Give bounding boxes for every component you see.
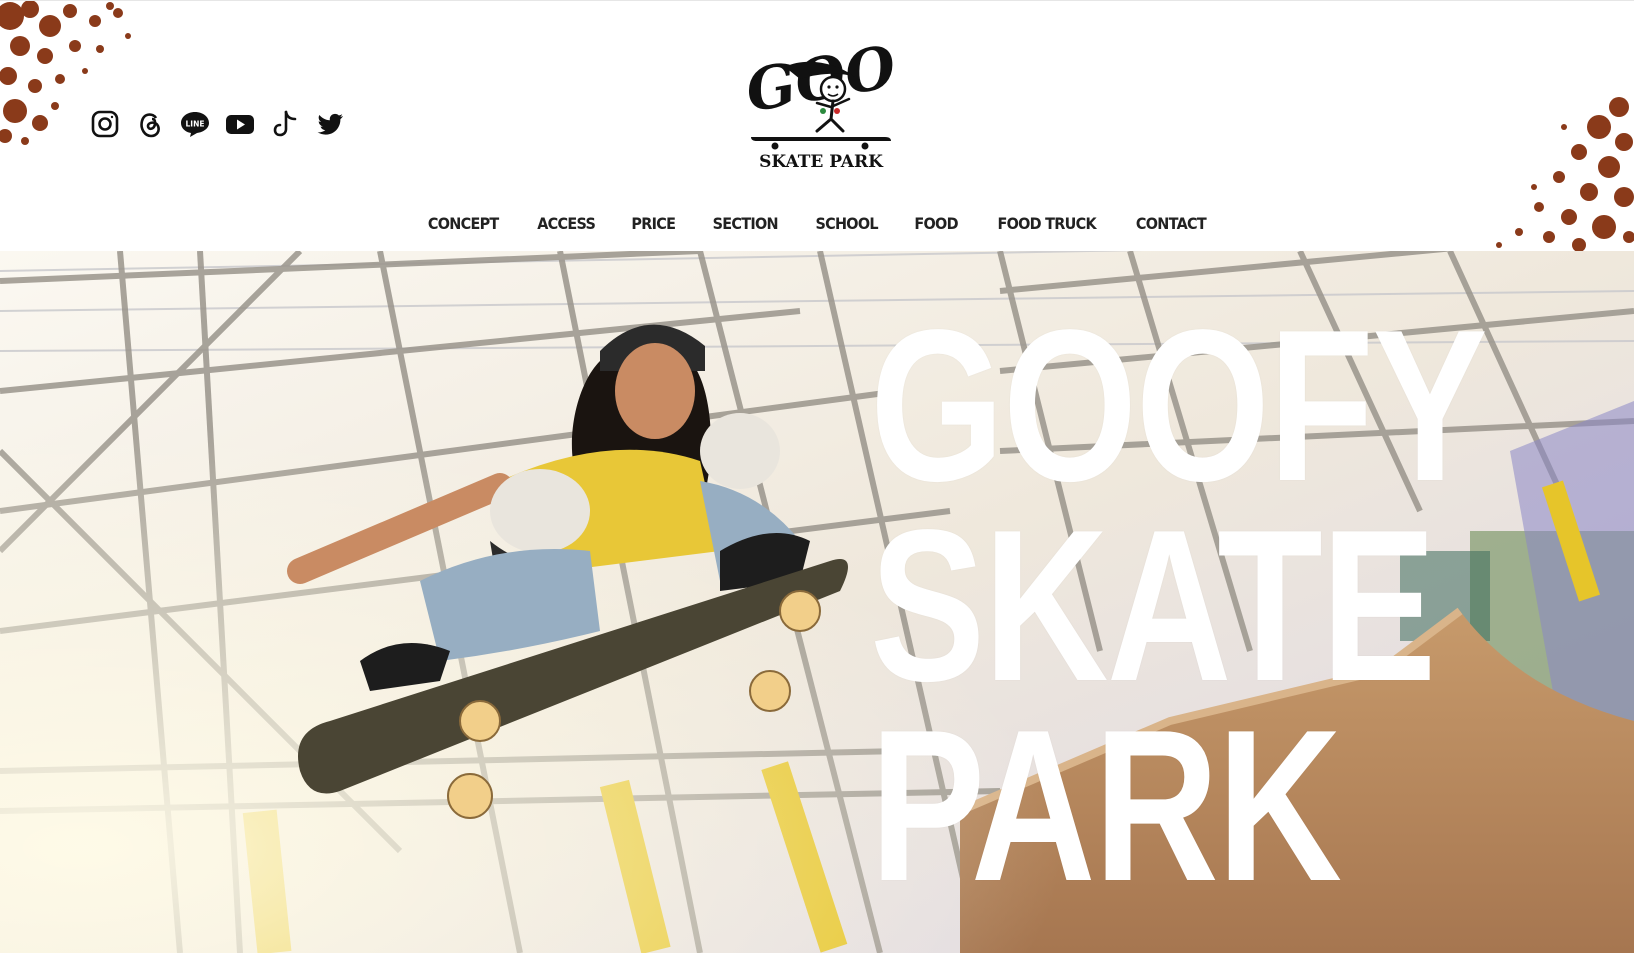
- hero-banner: GOOFY SKATE PARK: [0, 251, 1634, 953]
- site-logo[interactable]: GOOFY SKATE PARK: [745, 27, 897, 171]
- main-nav: CONCEPT ACCESS PRICE SECTION SCHOOL FOOD…: [0, 214, 1634, 233]
- youtube-link[interactable]: [225, 109, 255, 139]
- tiktok-link[interactable]: [270, 109, 300, 139]
- nav-item-food[interactable]: FOOD: [915, 214, 959, 233]
- twitter-icon: [317, 113, 343, 135]
- site-header: LINE GOOFY SKATE PARK CONCEPT ACCESS PRI…: [0, 0, 1634, 252]
- nav-item-school[interactable]: SCHOOL: [816, 214, 879, 233]
- social-links: LINE: [90, 109, 345, 139]
- line-icon: LINE: [181, 112, 209, 137]
- hero-title: GOOFY SKATE PARK: [870, 284, 1634, 926]
- goofy-logo-graphic: GOOFY SKATE PARK: [745, 27, 897, 171]
- nav-item-access[interactable]: ACCESS: [537, 214, 596, 233]
- instagram-icon: [91, 110, 119, 138]
- twitter-link[interactable]: [315, 109, 345, 139]
- youtube-icon: [226, 115, 254, 134]
- nav-item-price[interactable]: PRICE: [631, 214, 676, 233]
- line-icon-label: LINE: [186, 120, 205, 129]
- threads-link[interactable]: [135, 109, 165, 139]
- nav-item-contact[interactable]: CONTACT: [1136, 214, 1207, 233]
- hero-title-line-3: PARK: [870, 684, 1342, 926]
- threads-icon: [140, 113, 160, 138]
- instagram-link[interactable]: [90, 109, 120, 139]
- line-link[interactable]: LINE: [180, 109, 210, 139]
- tiktok-icon: [273, 110, 297, 137]
- nav-item-food-truck[interactable]: FOOD TRUCK: [997, 214, 1096, 233]
- hero-title-line-1: GOOFY: [870, 284, 1488, 526]
- nav-item-concept[interactable]: CONCEPT: [428, 214, 499, 233]
- nav-item-section[interactable]: SECTION: [712, 214, 778, 233]
- logo-subtitle: SKATE PARK: [759, 152, 884, 171]
- hero-title-line-2: SKATE: [870, 484, 1436, 726]
